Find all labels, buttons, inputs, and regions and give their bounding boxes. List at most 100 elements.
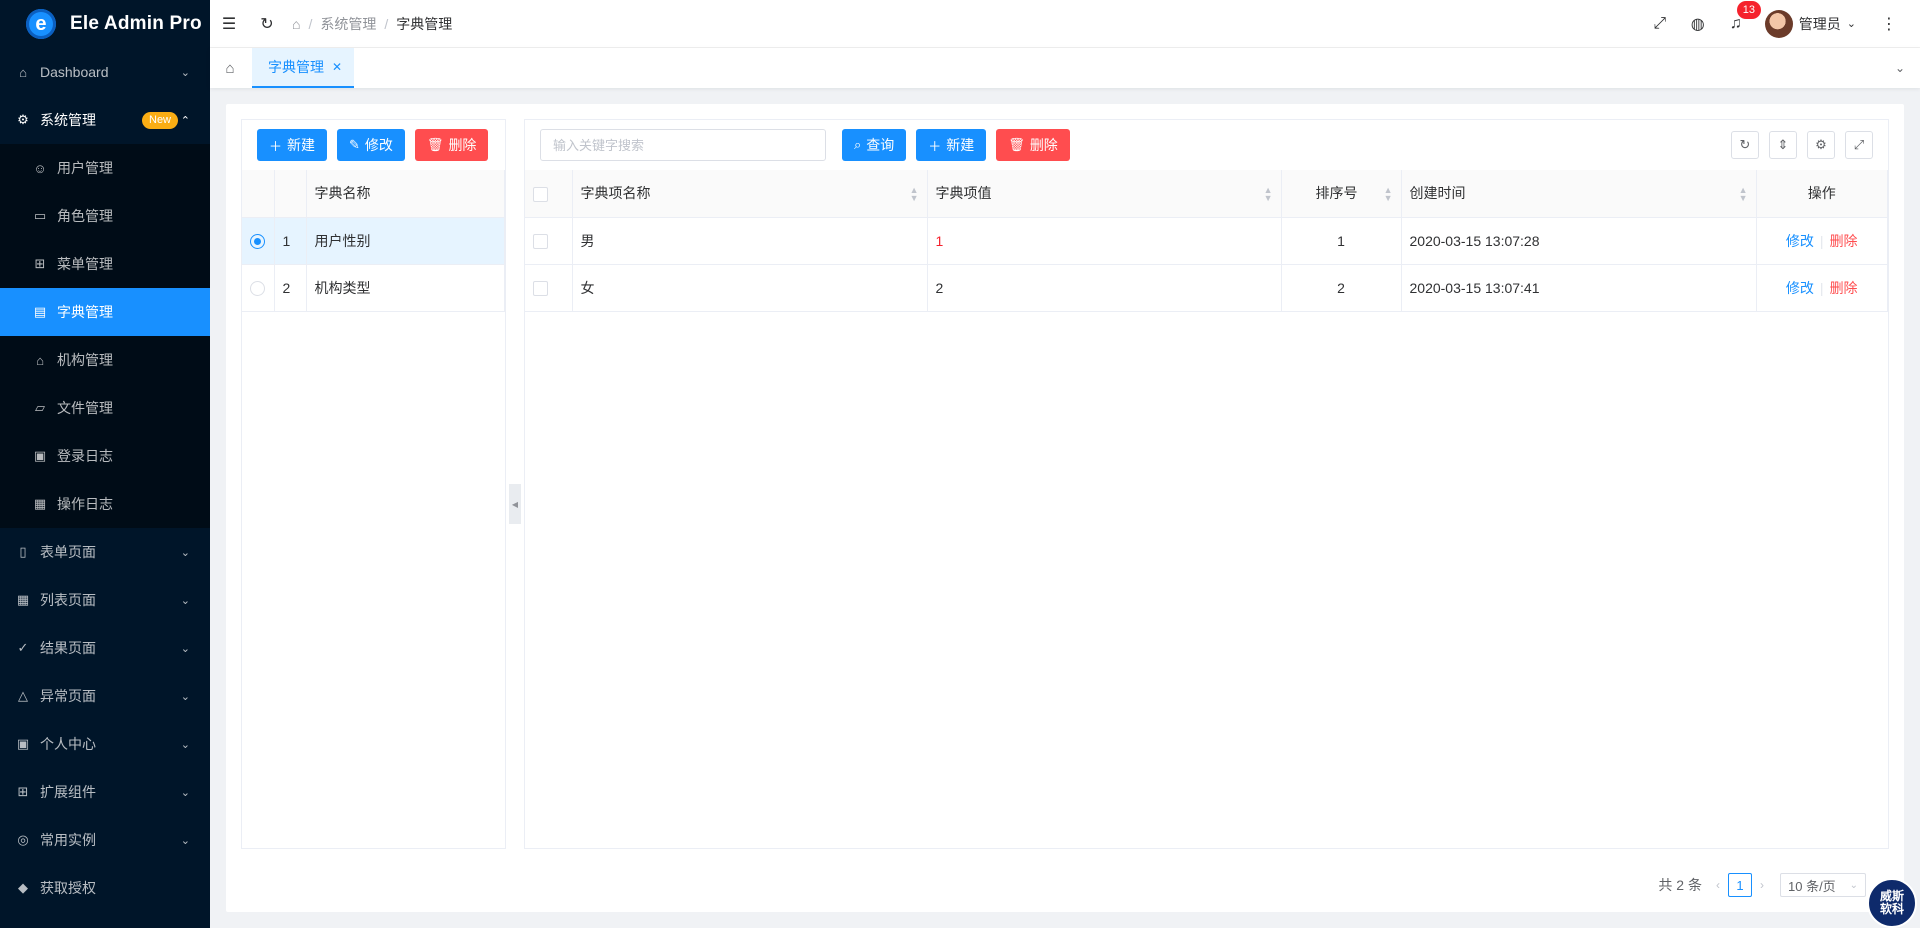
- sidebar-item-exceptions[interactable]: △ 异常页面 ⌄: [0, 672, 210, 720]
- add-dictionary-button[interactable]: ＋新建: [257, 129, 328, 161]
- tab-home-icon[interactable]: ⌂: [210, 48, 250, 88]
- sidebar-item-label: 异常页面: [40, 688, 96, 704]
- file-search-icon: ▦: [33, 496, 47, 511]
- fullscreen-icon[interactable]: ⤢: [1641, 15, 1679, 33]
- sidebar-item-dictionary[interactable]: ▤ 字典管理: [0, 288, 210, 336]
- edit-link[interactable]: 修改: [1786, 280, 1814, 296]
- column-height-icon[interactable]: ⇕: [1769, 131, 1797, 159]
- sidebar-item-dashboard[interactable]: ⌂ Dashboard ⌄: [0, 48, 210, 96]
- search-input[interactable]: [540, 129, 826, 161]
- tab-dictionary[interactable]: 字典管理 ✕: [252, 48, 355, 88]
- settings-icon[interactable]: ⚙: [1807, 131, 1835, 159]
- sidebar-item-menus[interactable]: ⊞ 菜单管理: [0, 240, 210, 288]
- folder-icon: ▱: [35, 400, 45, 415]
- chevron-down-icon: ⌄: [180, 834, 190, 847]
- row-radio[interactable]: [250, 233, 265, 249]
- sidebar-item-system[interactable]: ⚙ 系统管理 New ⌃: [0, 96, 210, 144]
- pagination: 共 2 条 ‹ 1 › 10 条/页 ⌄: [1658, 873, 1866, 897]
- sort-icon[interactable]: ▲ ▼: [1739, 186, 1748, 203]
- sidebar-item-lists[interactable]: ▦ 列表页面 ⌄: [0, 576, 210, 624]
- sidebar-item-users[interactable]: ☺ 用户管理: [0, 144, 210, 192]
- row-checkbox[interactable]: [533, 233, 548, 249]
- edit-link[interactable]: 修改: [1786, 233, 1814, 249]
- logo-icon: e: [26, 9, 56, 39]
- split-collapse-handle[interactable]: ◀: [509, 484, 521, 524]
- delete-link[interactable]: 删除: [1830, 233, 1858, 249]
- bell-icon[interactable]: ♫ 13: [1717, 0, 1762, 33]
- calendar-icon: ▣: [33, 448, 47, 463]
- sort-icon[interactable]: ▲ ▼: [1264, 186, 1273, 203]
- app-title: Ele Admin Pro: [70, 13, 202, 34]
- sidebar-item-operation-log[interactable]: ▦ 操作日志: [0, 480, 210, 528]
- plus-icon: ＋: [269, 138, 283, 154]
- warning-icon: △: [18, 688, 28, 703]
- trash-icon: 🗑: [426, 137, 444, 152]
- delete-items-button[interactable]: 🗑 删除: [996, 129, 1070, 161]
- delete-link[interactable]: 删除: [1830, 280, 1858, 296]
- pagination-total: 共 2 条: [1658, 877, 1702, 893]
- new-badge: New: [142, 111, 179, 129]
- row-radio[interactable]: [250, 280, 265, 296]
- breadcrumb-current: 字典管理: [396, 15, 453, 32]
- column-item-value[interactable]: 字典项值 ▲ ▼: [927, 170, 1282, 218]
- row-checkbox[interactable]: [533, 280, 548, 296]
- sidebar-item-forms[interactable]: ▯ 表单页面 ⌄: [0, 528, 210, 576]
- sidebar-item-label: 操作日志: [57, 496, 113, 512]
- next-page-icon[interactable]: ›: [1760, 878, 1764, 892]
- column-item-name[interactable]: 字典项名称 ▲ ▼: [572, 170, 928, 218]
- globe-icon[interactable]: ◍: [1679, 14, 1717, 34]
- avatar: [1764, 9, 1793, 38]
- sort-icon[interactable]: ▲ ▼: [1384, 186, 1393, 203]
- chevron-down-icon: ⌄: [180, 642, 190, 655]
- table-icon: ▦: [16, 592, 30, 607]
- user-menu[interactable]: 管理员 ⌄: [1764, 9, 1856, 38]
- chevron-down-icon: ⌄: [180, 594, 190, 607]
- sort-icon[interactable]: ▲ ▼: [910, 186, 919, 203]
- sidebar-item-profile[interactable]: ▣ 个人中心 ⌄: [0, 720, 210, 768]
- sidebar-item-results[interactable]: ✓ 结果页面 ⌄: [0, 624, 210, 672]
- breadcrumb-home-icon[interactable]: ⌂: [292, 16, 300, 32]
- sidebar-item-label: 常用实例: [40, 832, 96, 848]
- sidebar-item-organizations[interactable]: ⌂ 机构管理: [0, 336, 210, 384]
- column-operations: 操作: [1756, 170, 1888, 218]
- column-sort-number[interactable]: 排序号 ▲ ▼: [1281, 170, 1402, 218]
- page-number[interactable]: 1: [1728, 873, 1752, 897]
- item-name: 男: [572, 217, 928, 265]
- app-logo[interactable]: e Ele Admin Pro: [0, 0, 210, 48]
- select-all-checkbox[interactable]: [533, 186, 548, 202]
- sidebar-item-roles[interactable]: ▭ 角色管理: [0, 192, 210, 240]
- column-created-time[interactable]: 创建时间 ▲ ▼: [1401, 170, 1757, 218]
- item-sort: 1: [1281, 217, 1402, 265]
- sidebar-item-label: 获取授权: [40, 880, 96, 896]
- edit-dictionary-button[interactable]: ✎ 修改: [337, 129, 405, 161]
- more-vertical-icon[interactable]: ⋮: [1870, 14, 1908, 34]
- item-created: 2020-03-15 13:07:41: [1401, 264, 1757, 312]
- table-row[interactable]: 1 用户性别: [242, 217, 505, 265]
- sidebar-item-login-log[interactable]: ▣ 登录日志: [0, 432, 210, 480]
- sidebar-item-files[interactable]: ▱ 文件管理: [0, 384, 210, 432]
- plus-icon: ＋: [928, 138, 942, 154]
- page-size-select[interactable]: 10 条/页 ⌄: [1780, 873, 1866, 897]
- dictionary-name: 用户性别: [306, 217, 505, 265]
- row-index: 1: [274, 217, 307, 265]
- system-submenu: ☺ 用户管理 ▭ 角色管理 ⊞ 菜单管理 ▤ 字典管理 ⌂ 机构管理 ▱ 文件管…: [0, 144, 210, 528]
- item-value: 1: [927, 217, 1282, 265]
- query-button[interactable]: ⌕ 查询: [842, 129, 907, 161]
- sidebar-item-examples[interactable]: ◎ 常用实例 ⌄: [0, 816, 210, 864]
- main-content: ＋新建 ✎ 修改 🗑 删除 字典名称 1 用户性别 2 机构类型 ◀ 输入关键字…: [226, 104, 1904, 912]
- prev-page-icon[interactable]: ‹: [1716, 878, 1720, 892]
- sidebar-item-license[interactable]: ◆ 获取授权: [0, 864, 210, 912]
- chevron-down-icon: ⌄: [180, 786, 190, 799]
- refresh-icon[interactable]: ↻: [1731, 131, 1759, 159]
- table-row[interactable]: 2 机构类型: [242, 264, 505, 312]
- tabs-dropdown-icon[interactable]: ⌄: [1880, 48, 1920, 88]
- breadcrumb-item[interactable]: 系统管理: [320, 14, 376, 34]
- close-icon[interactable]: ✕: [332, 60, 342, 74]
- fullscreen-icon[interactable]: ⤢: [1845, 131, 1873, 159]
- menu-fold-icon[interactable]: ☰: [210, 14, 248, 34]
- add-item-button[interactable]: ＋新建: [916, 129, 987, 161]
- refresh-icon[interactable]: ↻: [248, 14, 286, 34]
- delete-dictionary-button[interactable]: 🗑 删除: [414, 129, 489, 161]
- table-tools: ↻ ⇕ ⚙ ⤢: [1731, 131, 1888, 159]
- sidebar-item-components[interactable]: ⊞ 扩展组件 ⌄: [0, 768, 210, 816]
